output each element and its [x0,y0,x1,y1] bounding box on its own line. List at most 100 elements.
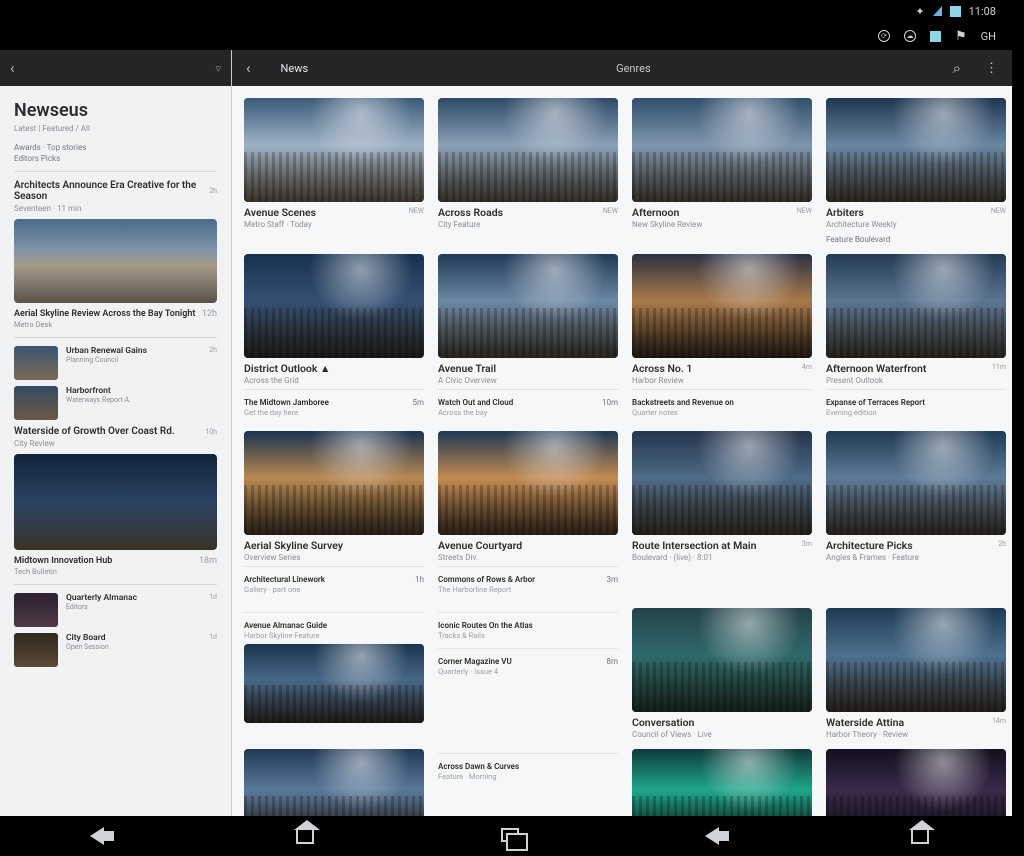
card-badge: NEW [991,207,1006,215]
content-card[interactable]: Afternoon Waterfront11mPresent OutlookEx… [826,254,1006,421]
back-icon[interactable]: ‹ [10,59,15,77]
card-thumb [826,608,1006,712]
content-card[interactable]: Avenue CourtyardStreets Div.Commons of R… [438,431,618,598]
content-card[interactable]: Across No. 1 4m Harbor Review Backstreets a… [632,254,812,421]
nav-back-button[interactable] [87,826,117,846]
card-subtitle: Harbor Theory · Review [826,730,1006,739]
search-icon[interactable]: ⌕ [953,59,961,77]
content-card[interactable]: ConversationCouncil of Views · Live [632,608,812,739]
drawer-icon[interactable]: ‹ [246,59,251,77]
card-title: Aerial Skyline Survey [244,540,343,553]
card-subtitle: Metro Staff · Today [244,220,424,229]
sidebar-row-1[interactable]: Urban Renewal GainsPlanning Council 2h [14,346,217,380]
card-thumb [438,98,618,202]
sidebar-meta-1: Awards · Top stories [14,143,217,152]
card-text-row[interactable]: Expanse of Terraces ReportEvening editio… [826,389,1006,421]
sidebar-feature-thumb-2[interactable] [14,454,217,550]
content-card[interactable]: Avenue Almanac GuideHarbor Skyline Featu… [244,608,424,739]
signal-icon [933,6,942,16]
card-text-row[interactable]: Avenue Almanac GuideHarbor Skyline Featu… [244,612,424,644]
nav-home-button[interactable] [292,826,322,846]
content-card[interactable]: AfternoonNEWNew Skyline Review [632,98,812,244]
thumb-icon [14,593,58,627]
indicator-icon [930,31,941,42]
card-thumb [826,98,1006,202]
nav-back-button[interactable] [702,826,732,846]
card-subtitle: Angles & Frames · Feature [826,553,1006,562]
nav-home-button[interactable] [907,826,937,846]
sidebar-meta-2: Editors Picks [14,154,217,163]
sidebar-feature-2-title[interactable]: Midtown Innovation Hub18m [14,556,217,566]
card-text-row[interactable]: Across Dawn & CurvesFeature · Morning [438,753,618,785]
card-thumb [826,431,1006,535]
sidebar-row-4[interactable]: City BoardOpen Session 1d [14,633,217,667]
card-badge: 11m [992,363,1006,371]
overflow-icon[interactable]: ⋮ [985,61,998,76]
content-card[interactable]: Avenue TrailA Civic OverviewWatch Out an… [438,254,618,421]
tab-news[interactable]: News [275,62,315,75]
filter-icon[interactable]: ▿ [215,62,221,75]
statusbar-top: ✦ 11:08 [0,0,1024,22]
card-badge: 14m [992,717,1006,725]
content-card[interactable]: Architecture Picks2hAngles & Frames · Fe… [826,431,1006,598]
card-subtitle: City Feature [438,220,618,229]
card-badge: 3m [802,540,812,548]
content-card[interactable]: Across RoadsNEWCity Feature [438,98,618,244]
content-card[interactable]: District Outlook ▲Across the Grid The Mid… [244,254,424,421]
sidebar-row-3[interactable]: Quarterly AlmanacEditors 1d [14,593,217,627]
sidebar-feature-thumb[interactable] [14,219,217,303]
card-text-row[interactable]: Iconic Routes On the AtlasTracks & Rails [438,612,618,644]
card-title: Arbiters [826,207,864,220]
card-text-row[interactable]: Backstreets and Revenue onQuarter notes [632,389,812,421]
tab-genres[interactable]: Genres [610,62,657,75]
card-grid: Avenue ScenesNEWMetro Staff · TodayAcros… [244,98,1006,816]
card-title: Avenue Trail [438,363,496,376]
card-title: Across No. 1 [632,363,692,376]
statusbar-secondary: ⟳ ☁ ⚑ GH [0,22,1024,50]
nav-recent-button[interactable] [497,826,527,846]
sidebar-feature-title[interactable]: Aerial Skyline Review Across the Bay Ton… [14,309,217,319]
content-card[interactable]: Avenue ScenesNEWMetro Staff · Today [244,98,424,244]
sidebar-story-2[interactable]: Waterside of Growth Over Coast Rd.10h [14,426,217,437]
card-title: Conversation [632,717,694,730]
card-subtitle: Across the Grid [244,376,424,385]
card-text-row[interactable]: Corner Magazine VU8mQuarterly · Issue 4 [438,648,618,680]
card-thumb [632,254,812,358]
content-card[interactable]: ArbitersNEWArchitecture WeeklyFeature Bo… [826,98,1006,244]
divider [14,337,217,338]
card-thumb [244,644,424,723]
content-card[interactable]: Waterside Attina14mHarbor Theory · Revie… [826,608,1006,739]
card-badge: NEW [797,207,812,215]
card-thumb [438,431,618,535]
card-thumb [244,254,424,358]
card-thumb [826,749,1006,816]
card-text-row[interactable]: Architectural Linework1hGallery · part o… [244,566,424,598]
grid-scroll[interactable]: Avenue ScenesNEWMetro Staff · TodayAcros… [232,86,1012,816]
content-card[interactable]: Cascade LINEHarbor Quay · Feature [632,749,812,816]
card-badge: NEW [603,207,618,215]
card-text-row[interactable]: The Midtown Jamboree5mGet the day here [244,389,424,421]
card-extra: Feature Boulevard [826,235,1006,244]
sidebar-feature-sub: Metro Desk [14,320,217,329]
content-card[interactable]: Auditorium UnmannedReplica Trade Winter … [826,749,1006,816]
card-title: Afternoon Waterfront [826,363,926,376]
content-card[interactable]: Route Intersection at Main3mBoulevard · … [632,431,812,598]
card-subtitle: Harbor Review [632,376,812,385]
card-subtitle: Overview Series [244,553,424,562]
sidebar-body: Newseus Latest | Featured / All Awards ·… [0,86,231,816]
sidebar-story-1[interactable]: Architects Announce Era Creative for the… [14,180,217,202]
card-title: District Outlook ▲ [244,363,330,376]
card-title: Avenue Scenes [244,207,316,220]
card-badge: 4m [802,363,812,371]
card-text-row[interactable]: Commons of Rows & Arbor3mThe Harborline … [438,566,618,598]
sidebar-row-2[interactable]: HarborfrontWaterways Report A. [14,386,217,420]
card-subtitle: Boulevard · (live) · 8:01 [632,553,812,562]
chat-icon: ☁ [904,30,916,42]
content-card[interactable]: Aerial Skyline SurveyOverview Series Arch… [244,431,424,598]
content-card[interactable]: Across Dawn & CurvesFeature · Morning [438,749,618,816]
card-subtitle: New Skyline Review [632,220,812,229]
card-text-row[interactable]: Watch Out and Cloud10mAcross the bay [438,389,618,421]
content-card[interactable]: Iconic Routes On the AtlasTracks & Rails… [438,608,618,739]
content-card[interactable]: Avenue & Attendant Guide [244,749,424,816]
thumb-icon [14,633,58,667]
